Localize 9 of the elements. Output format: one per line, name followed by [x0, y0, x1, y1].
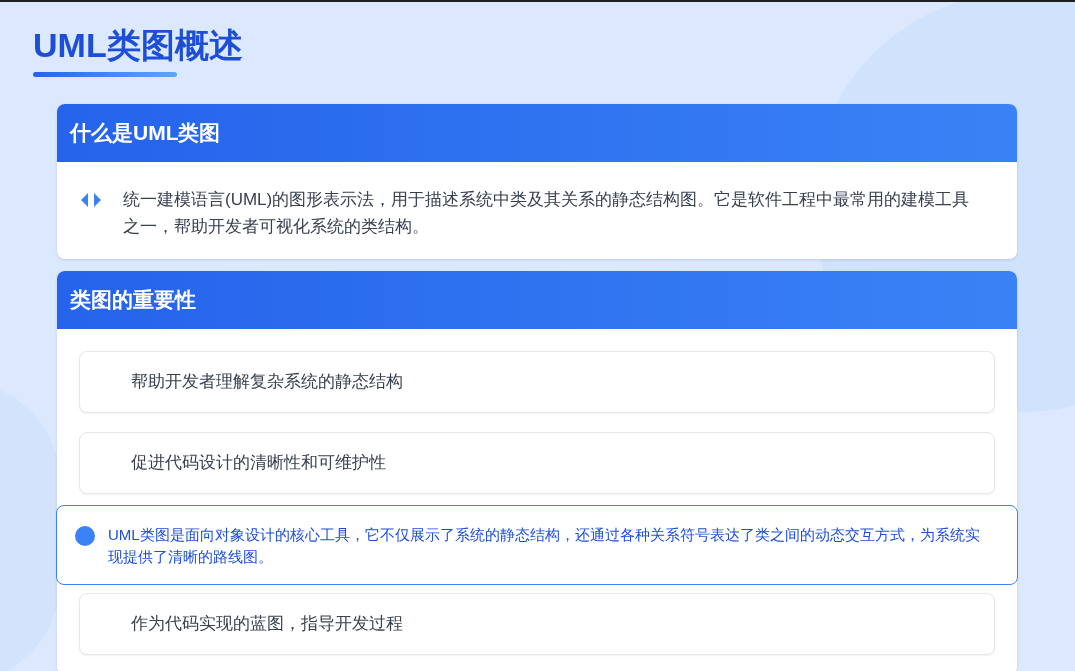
section-heading: 类图的重要性 [70, 287, 196, 314]
section-heading: 什么是UML类图 [70, 120, 221, 147]
list-item: 帮助开发者理解复杂系统的静态结构 [79, 351, 995, 413]
list-item: 作为代码实现的蓝图，指导开发过程 [79, 593, 995, 655]
list-item: 促进代码设计的清晰性和可维护性 [79, 432, 995, 494]
definition-text: 统一建模语言(UML)的图形表示法，用于描述系统中类及其关系的静态结构图。它是软件工程中最常用的建模工具之一，帮助开发者可视化系统的类结构。 [123, 189, 971, 238]
callout-text: UML类图是面向对象设计的核心工具，它不仅展示了系统的静态结构，还通过各种关系符号表达了类之间的动态交互方式，为系统实现提供了清晰的路线图。 [108, 525, 981, 567]
page-title: UML类图概述 [33, 25, 243, 66]
code-brackets-icon [79, 192, 103, 208]
